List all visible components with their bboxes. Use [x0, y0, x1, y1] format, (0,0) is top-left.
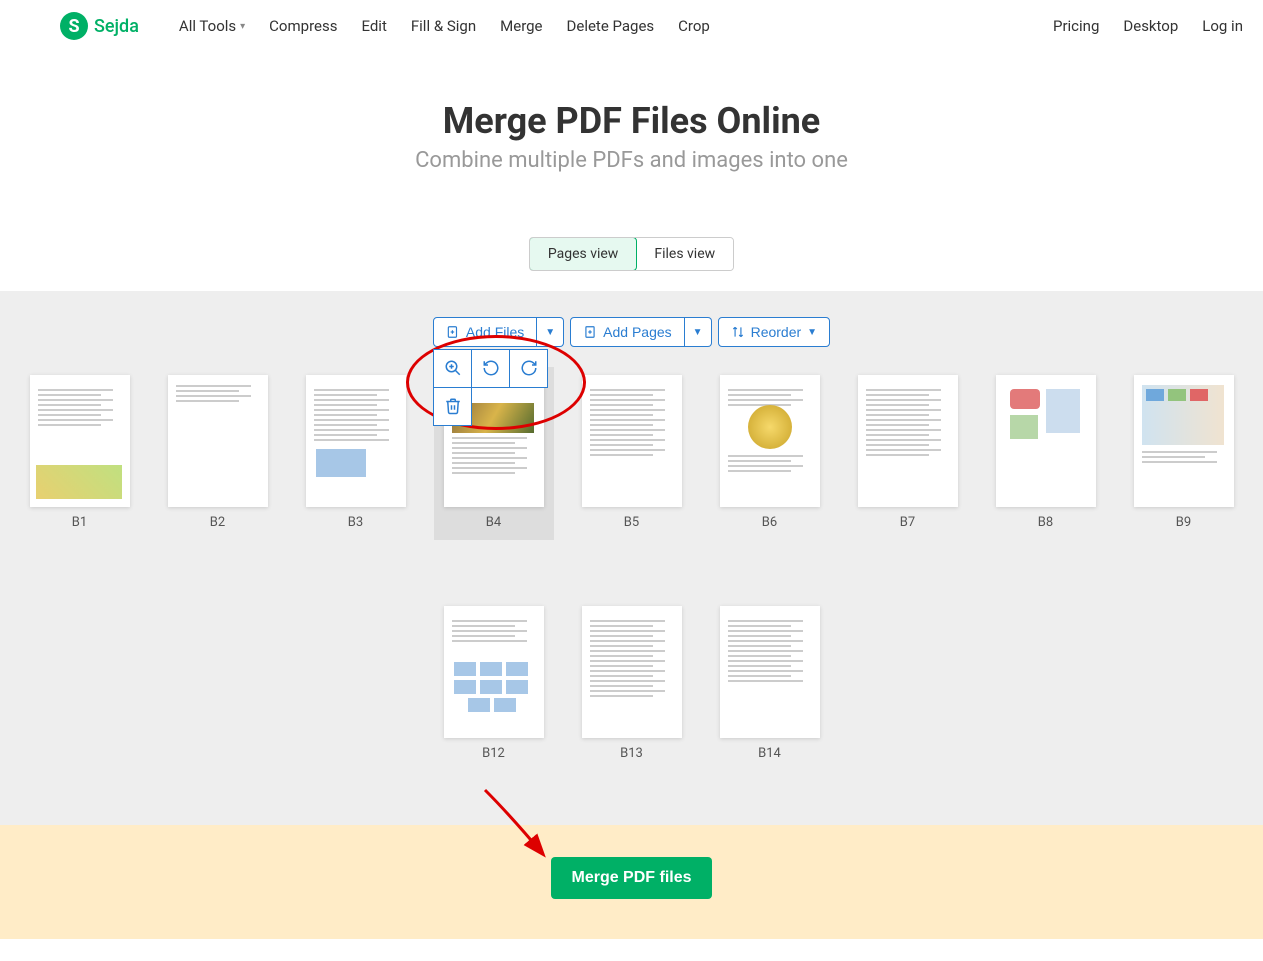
page-thumb[interactable]: B9: [1134, 375, 1234, 530]
rotate-ccw-button[interactable]: [471, 349, 510, 388]
page-thumb[interactable]: B1: [30, 375, 130, 530]
reorder-button[interactable]: Reorder ▼: [718, 317, 831, 347]
thumb-label: B14: [758, 746, 781, 761]
page-thumb[interactable]: B6: [720, 375, 820, 530]
thumb-label: B9: [1176, 515, 1191, 530]
page-title-block: Merge PDF Files Online Combine multiple …: [0, 100, 1263, 173]
rotate-cw-button[interactable]: [509, 349, 548, 388]
page-thumb-selected[interactable]: B4: [434, 367, 554, 540]
file-plus-icon: [446, 325, 460, 339]
caret-down-icon: ▼: [693, 327, 703, 338]
nav-fill-sign[interactable]: Fill & Sign: [411, 17, 476, 35]
page-title: Merge PDF Files Online: [0, 100, 1263, 142]
nav-compress[interactable]: Compress: [269, 17, 337, 35]
page-subtitle: Combine multiple PDFs and images into on…: [0, 148, 1263, 173]
thumbnail-grid: B1 B2 B3: [12, 371, 1252, 765]
workspace: Add Files ▼ Add Pages ▼ Reorder ▼ B1 B2: [0, 291, 1263, 825]
page-thumb[interactable]: B13: [582, 606, 682, 761]
trash-icon: [444, 397, 462, 415]
add-files-button[interactable]: Add Files: [433, 317, 537, 347]
header: S Sejda All Tools▾ Compress Edit Fill & …: [0, 0, 1263, 52]
add-pages-button[interactable]: Add Pages: [570, 317, 685, 347]
logo-icon: S: [60, 12, 88, 40]
sort-icon: [731, 325, 745, 339]
page-thumb[interactable]: B8: [996, 375, 1096, 530]
zoom-in-icon: [444, 359, 462, 377]
thumb-label: B7: [900, 515, 915, 530]
nav-pricing[interactable]: Pricing: [1053, 17, 1099, 35]
nav-desktop[interactable]: Desktop: [1123, 17, 1178, 35]
nav-right: Pricing Desktop Log in: [1053, 17, 1243, 35]
page-thumb[interactable]: B7: [858, 375, 958, 530]
thumb-label: B8: [1038, 515, 1053, 530]
page-thumb[interactable]: B3: [306, 375, 406, 530]
view-files-button[interactable]: Files view: [636, 238, 733, 270]
zoom-button[interactable]: [433, 349, 472, 388]
add-pages-dropdown[interactable]: ▼: [685, 317, 712, 347]
thumb-label: B2: [210, 515, 225, 530]
nav-merge[interactable]: Merge: [500, 17, 542, 35]
page-thumb[interactable]: B2: [168, 375, 268, 530]
footer-bar: Merge PDF files: [0, 825, 1263, 939]
rotate-cw-icon: [520, 359, 538, 377]
nav-all-tools[interactable]: All Tools▾: [179, 17, 245, 35]
merge-button[interactable]: Merge PDF files: [551, 857, 711, 899]
page-plus-icon: [583, 325, 597, 339]
page-tools: [434, 349, 548, 425]
thumb-label: B4: [486, 515, 501, 530]
thumb-label: B3: [348, 515, 363, 530]
nav-left: All Tools▾ Compress Edit Fill & Sign Mer…: [179, 17, 1053, 35]
caret-down-icon: ▼: [807, 327, 817, 338]
chevron-down-icon: ▾: [240, 21, 245, 32]
thumb-label: B6: [762, 515, 777, 530]
logo[interactable]: S Sejda: [60, 12, 139, 40]
delete-button[interactable]: [433, 387, 472, 426]
thumb-label: B13: [620, 746, 643, 761]
view-pages-button[interactable]: Pages view: [529, 237, 638, 271]
page-thumb[interactable]: B14: [720, 606, 820, 761]
add-files-dropdown[interactable]: ▼: [537, 317, 564, 347]
nav-crop[interactable]: Crop: [678, 17, 710, 35]
rotate-ccw-icon: [482, 359, 500, 377]
view-toggle: Pages view Files view: [0, 237, 1263, 271]
thumb-label: B12: [482, 746, 505, 761]
logo-text: Sejda: [94, 16, 139, 37]
nav-edit[interactable]: Edit: [361, 17, 386, 35]
caret-down-icon: ▼: [545, 327, 555, 338]
page-thumb[interactable]: B5: [582, 375, 682, 530]
toolbar: Add Files ▼ Add Pages ▼ Reorder ▼: [0, 311, 1263, 371]
thumb-label: B1: [72, 515, 87, 530]
page-thumb[interactable]: B12: [444, 606, 544, 761]
thumb-label: B5: [624, 515, 639, 530]
nav-delete-pages[interactable]: Delete Pages: [567, 17, 655, 35]
nav-login[interactable]: Log in: [1202, 17, 1243, 35]
